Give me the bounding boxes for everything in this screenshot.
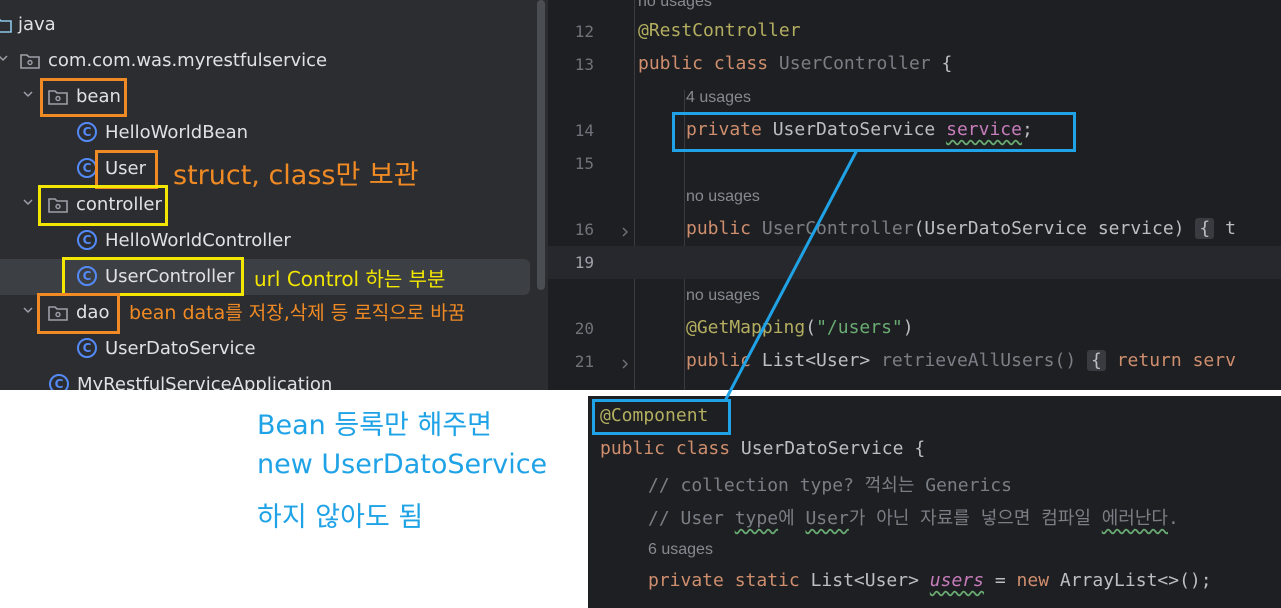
controller-note: url Control 하는 부분 [254,267,446,291]
dao-note: bean data를 저장,삭제 등 로직으로 바꿈 [129,302,466,324]
bean-note: struct, class만 보관 [173,160,419,191]
component-note-line3: 하지 않아도 됨 [257,502,424,533]
component-note-line1: Bean 등록만 해주면 [257,410,492,441]
component-note-line2: new UserDatoService [257,449,548,480]
